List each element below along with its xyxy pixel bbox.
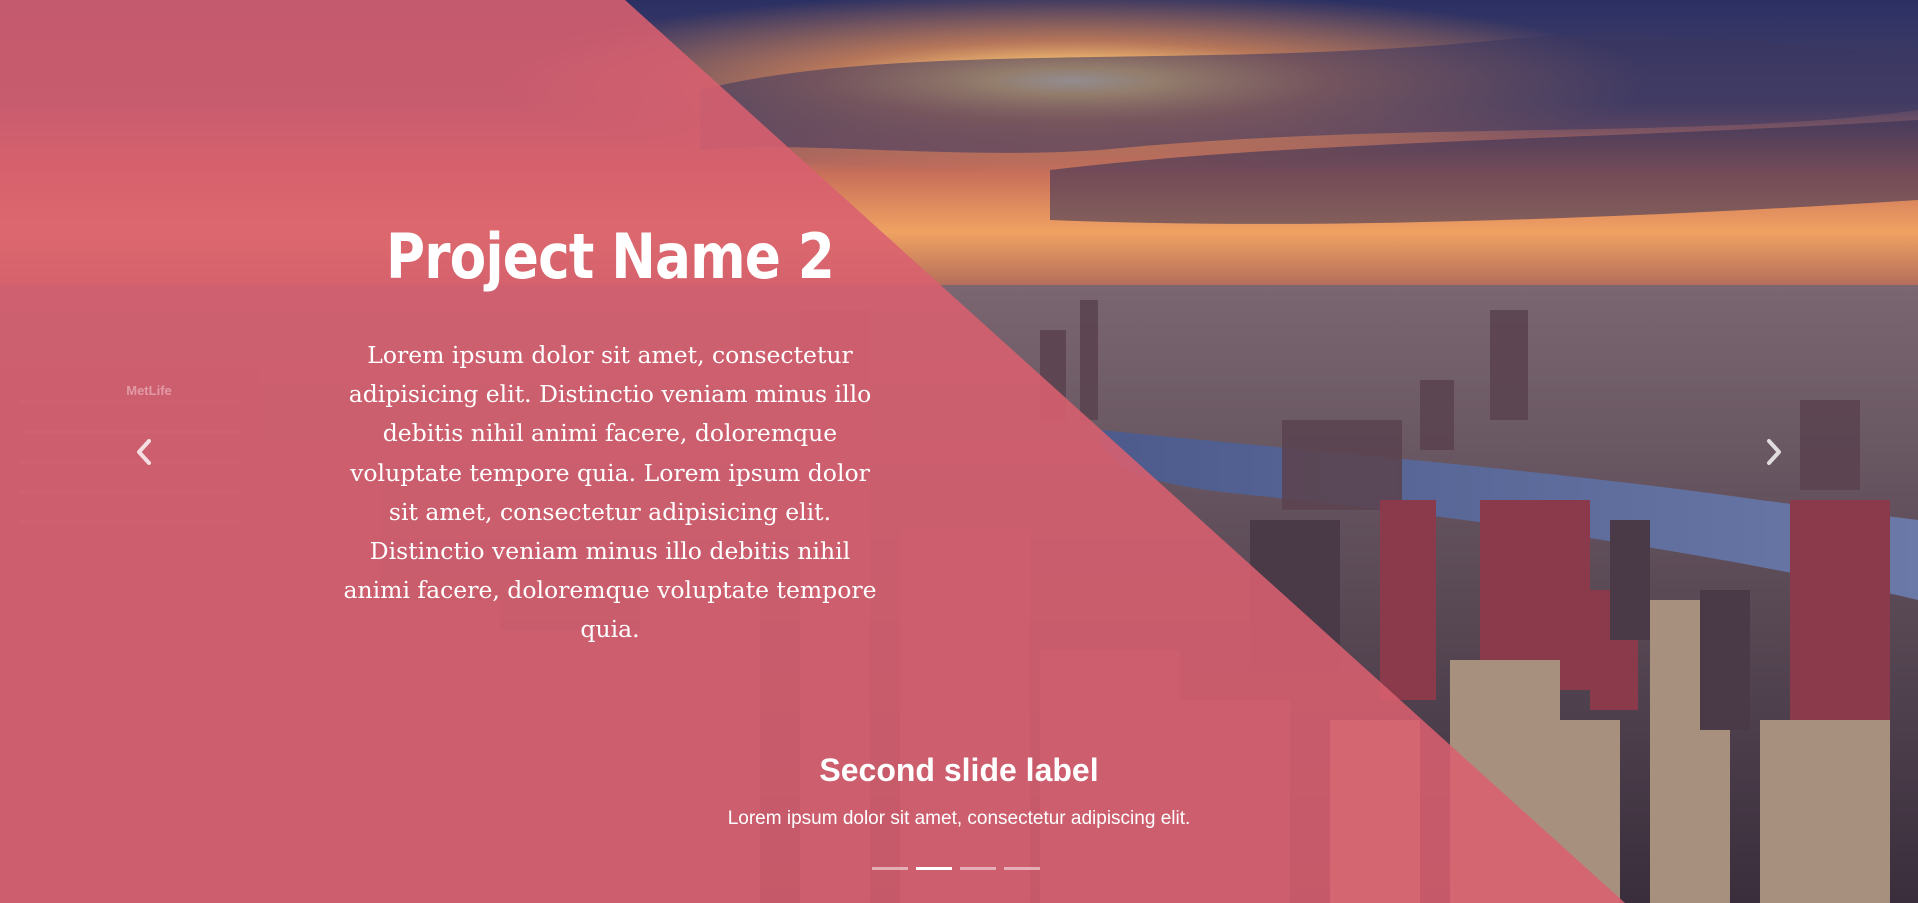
project-title: Project Name 2 xyxy=(385,220,835,293)
slide-caption-text: Lorem ipsum dolor sit amet, consectetur … xyxy=(727,808,1191,829)
carousel-indicators xyxy=(872,867,1040,870)
chevron-right-icon xyxy=(1767,439,1781,465)
carousel-indicator[interactable] xyxy=(872,867,908,870)
carousel-indicator[interactable] xyxy=(1004,867,1040,870)
carousel-indicator-active[interactable] xyxy=(916,867,952,870)
carousel-indicator[interactable] xyxy=(960,867,996,870)
chevron-left-icon xyxy=(137,439,151,465)
carousel-next-button[interactable] xyxy=(1754,432,1794,472)
slide-caption-title: Second slide label xyxy=(819,752,1099,788)
hero-carousel: MetLife Project Name 2 Lorem ipsum dolor… xyxy=(0,0,1918,903)
project-description: Lorem ipsum dolor sit amet, consectetur … xyxy=(343,341,877,644)
carousel-prev-button[interactable] xyxy=(124,432,164,472)
building-sign: MetLife xyxy=(126,383,172,398)
